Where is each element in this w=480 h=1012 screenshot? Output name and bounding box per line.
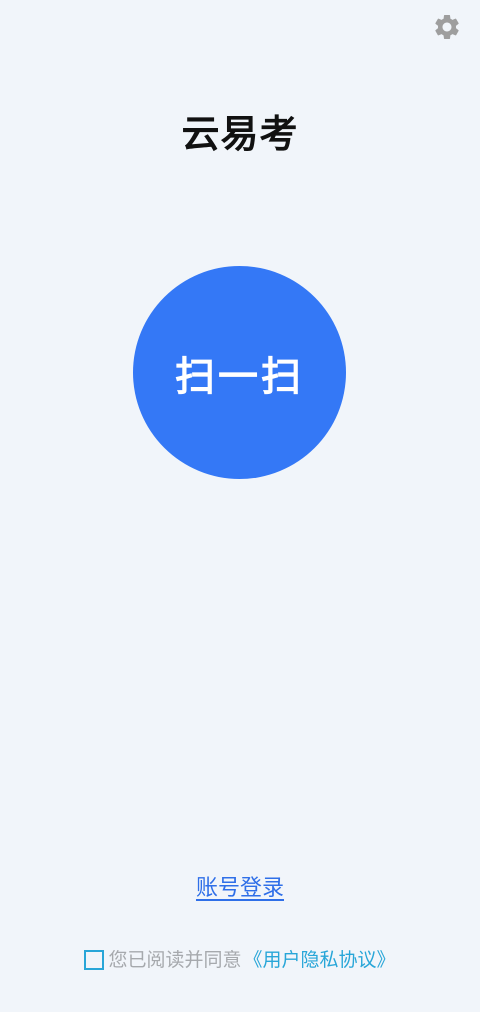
settings-button[interactable] bbox=[432, 12, 462, 42]
scan-button[interactable]: 扫一扫 bbox=[133, 266, 346, 479]
agreement-text: 您已阅读并同意 bbox=[108, 949, 242, 971]
app-title: 云易考 bbox=[181, 112, 299, 156]
agreement-row: 您已阅读并同意 《用户隐私协议》 bbox=[0, 946, 480, 974]
scan-button-label: 扫一扫 bbox=[175, 353, 304, 400]
login-link-row: 账号登录 bbox=[0, 872, 480, 906]
gear-icon bbox=[432, 12, 462, 42]
privacy-policy-link[interactable]: 《用户隐私协议》 bbox=[244, 946, 396, 974]
account-login-link[interactable]: 账号登录 bbox=[196, 876, 284, 901]
agree-checkbox[interactable] bbox=[84, 950, 105, 970]
